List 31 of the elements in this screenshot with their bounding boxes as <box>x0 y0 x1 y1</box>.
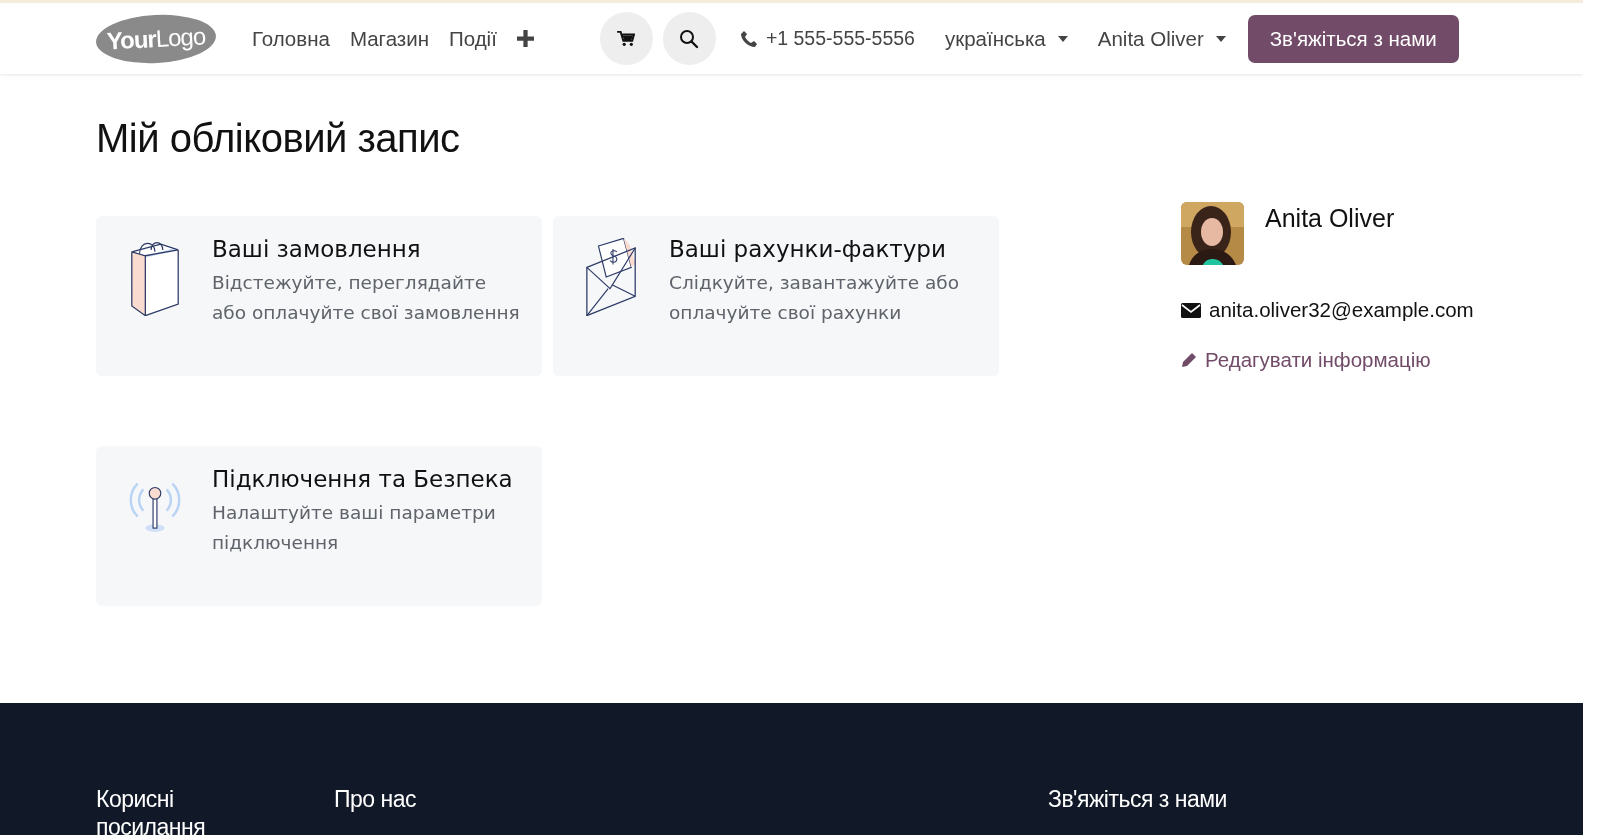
card-title: Ваші рахунки-фактури <box>669 236 947 262</box>
user-dropdown[interactable]: Anita Oliver <box>1097 26 1226 51</box>
footer-heading: Про нас <box>334 785 417 814</box>
card-description: Слідкуйте, завантажуйте або оплачуйте свої рахунки <box>669 271 961 325</box>
card-description: Відстежуйте, переглядайте або оплачуйте свої замовлення <box>212 271 521 325</box>
card-title: Ваші замовлення <box>212 236 422 262</box>
search-icon <box>679 28 700 49</box>
card-title: Підключення та Безпека <box>212 466 514 492</box>
search-button[interactable] <box>662 12 716 65</box>
phone-link[interactable]: +1 555-555-5556 <box>765 27 915 50</box>
envelope-icon <box>1181 302 1201 318</box>
cart-icon <box>617 30 636 47</box>
account-card[interactable]: Ваші замовлення Відстежуйте, переглядайте або оплачуйте свої замовлення <box>96 216 542 376</box>
cart-button[interactable] <box>599 12 653 65</box>
nav-link[interactable]: Події <box>448 26 497 51</box>
contact-button[interactable]: Зв'яжіться з нами <box>1247 14 1459 63</box>
nav-link[interactable]: Магазин <box>349 26 429 51</box>
footer-heading: Зв'яжіться з нами <box>1048 785 1227 814</box>
pencil-icon <box>1181 352 1197 368</box>
profile-name: Anita Oliver <box>1265 204 1395 233</box>
language-dropdown[interactable]: українська <box>944 26 1068 51</box>
card-description: Налаштуйте ваші параметри підключення <box>212 501 497 555</box>
account-card[interactable]: Ваші рахунки-фактури Слідкуйте, завантажуйте або оплачуйте свої рахунки <box>553 216 999 376</box>
profile-email: anita.oliver32@example.com <box>1209 298 1474 322</box>
account-card[interactable]: Підключення та Безпека Налаштуйте ваші параметри підключення <box>96 446 542 606</box>
page-title: Мій обліковий запис <box>96 116 461 161</box>
plus-icon[interactable] <box>516 30 534 47</box>
edit-info-link[interactable]: Редагувати інформацію <box>1205 348 1431 372</box>
footer-heading: Корисні посилання <box>96 785 207 835</box>
phone-icon <box>740 30 757 47</box>
nav-link[interactable]: Головна <box>252 26 330 51</box>
